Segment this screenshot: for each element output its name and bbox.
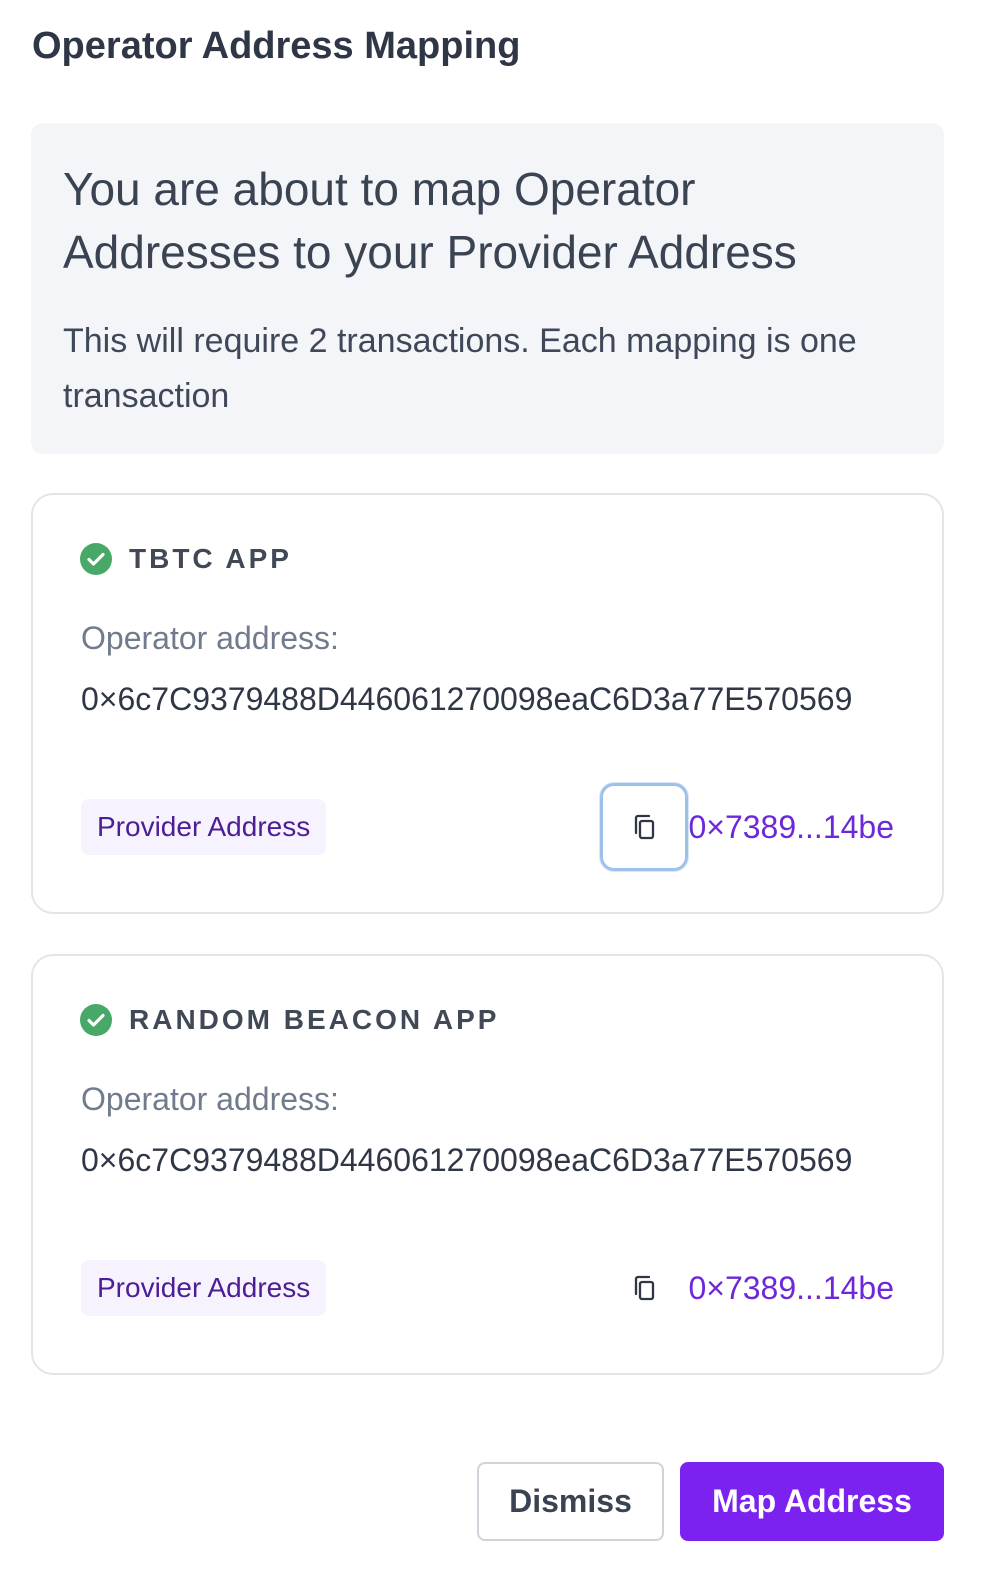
operator-address-value: 0×6c7C9379488D446061270098eaC6D3a77E5705… bbox=[81, 1142, 853, 1178]
mapping-heading: You are about to map Operator Addresses … bbox=[63, 163, 797, 278]
check-circle-icon bbox=[80, 543, 112, 575]
copy-provider-address-button[interactable] bbox=[600, 1244, 688, 1332]
provider-address-label: Provider Address bbox=[81, 1260, 327, 1316]
random-beacon-app-mapping-card: RANDOM BEACON APP Operator address: 0×6c… bbox=[31, 954, 944, 1375]
mapping-description: This will require 2 transactions. Each m… bbox=[63, 322, 857, 415]
copy-icon bbox=[634, 814, 655, 840]
provider-address-link[interactable]: 0×7389...14be bbox=[688, 1264, 894, 1312]
provider-address-label: Provider Address bbox=[81, 799, 327, 855]
dismiss-button[interactable]: Dismiss bbox=[477, 1462, 664, 1541]
operator-address-label: Operator address: bbox=[81, 1081, 339, 1117]
operator-address-value: 0×6c7C9379488D446061270098eaC6D3a77E5705… bbox=[81, 681, 853, 717]
transaction-info-panel: You are about to map Operator Addresses … bbox=[31, 123, 944, 454]
tbtc-app-mapping-card: TBTC APP Operator address: 0×6c7C9379488… bbox=[31, 493, 944, 914]
app-name: RANDOM BEACON APP bbox=[129, 1004, 500, 1035]
modal-actions: Dismiss Map Address bbox=[477, 1462, 944, 1541]
app-name: TBTC APP bbox=[129, 543, 292, 574]
check-circle-icon bbox=[80, 1004, 112, 1036]
copy-icon bbox=[634, 1275, 655, 1301]
map-address-button[interactable]: Map Address bbox=[680, 1462, 944, 1541]
operator-address-label: Operator address: bbox=[81, 620, 339, 656]
provider-address-link[interactable]: 0×7389...14be bbox=[688, 803, 894, 851]
copy-provider-address-button[interactable] bbox=[600, 783, 688, 871]
